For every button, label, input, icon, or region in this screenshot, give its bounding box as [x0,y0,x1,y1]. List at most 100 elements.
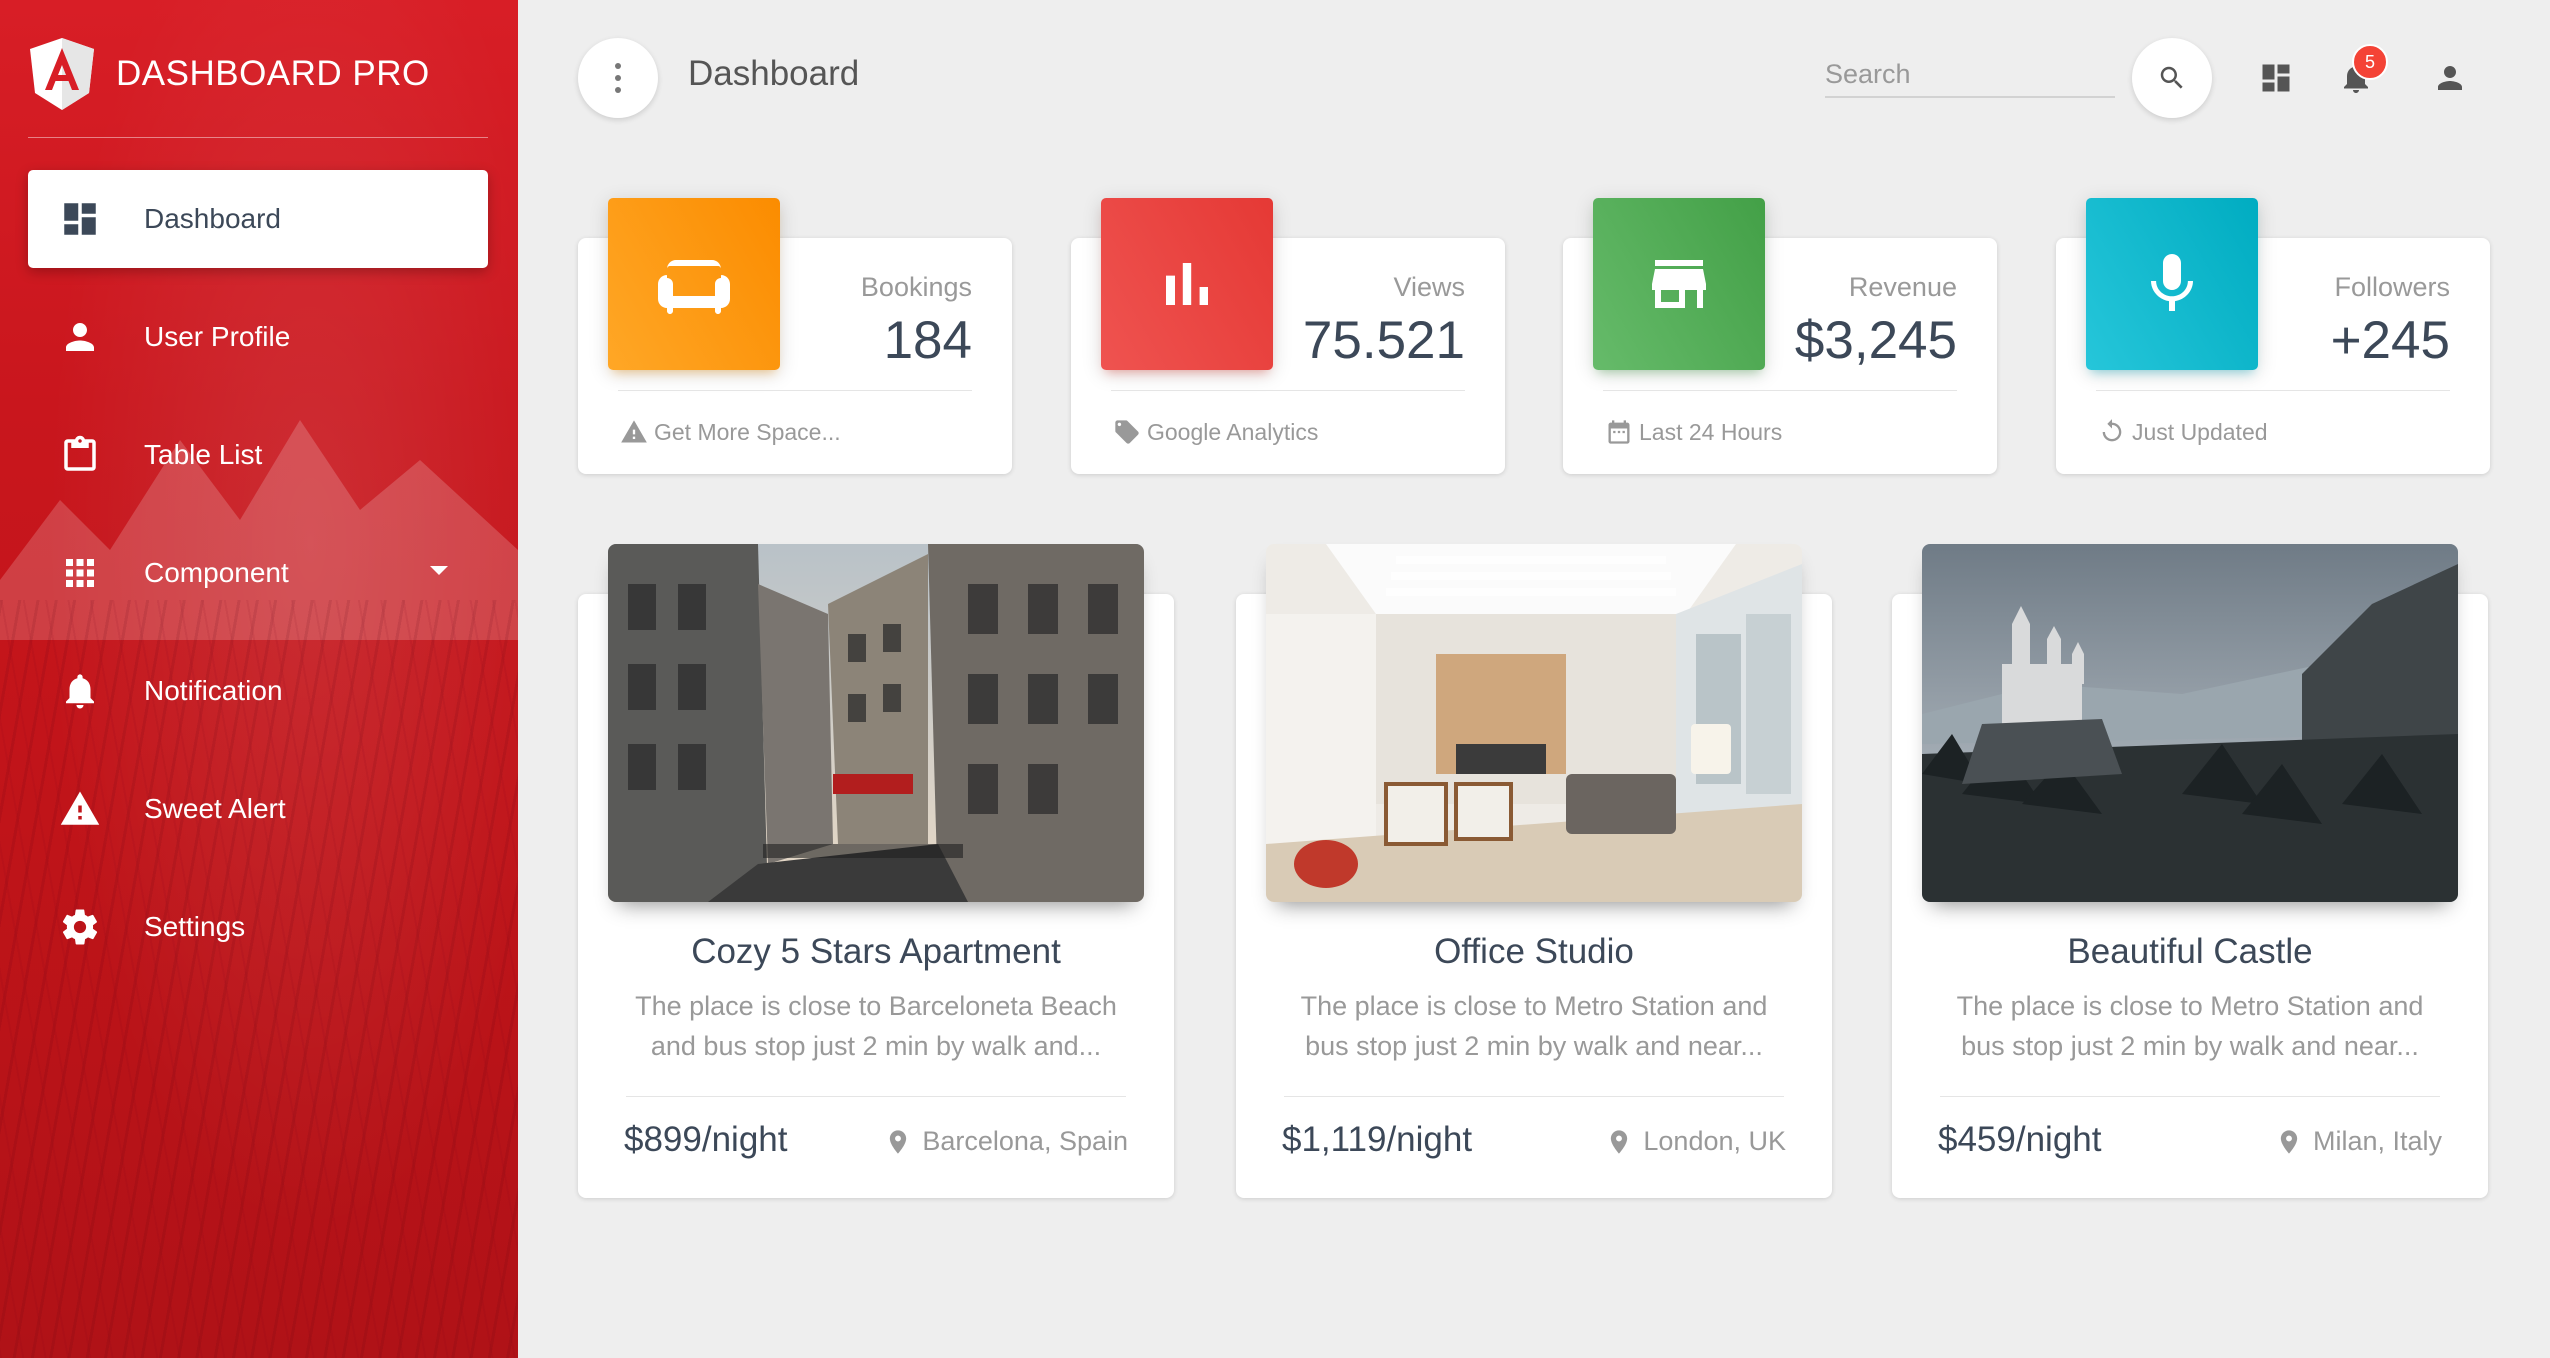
description-line: The place is close to Barceloneta Beach [635,991,1117,1021]
product-location: London, UK [1605,1126,1786,1157]
brand[interactable]: DASHBOARD PRO [30,34,430,114]
product-title[interactable]: Beautiful Castle [1892,932,2488,972]
description-line: bus stop just 2 min by walk and near... [1961,1031,2419,1061]
notification-badge: 5 [2352,44,2388,80]
stat-value: 75.521 [1302,311,1465,370]
brand-divider [28,137,488,138]
divider [618,390,972,391]
menu-more-button[interactable] [578,38,658,118]
dashboard-icon [58,197,102,241]
calendar-icon [1608,420,1630,444]
product-title[interactable]: Cozy 5 Stars Apartment [578,932,1174,972]
description-line: and bus stop just 2 min by walk and... [650,1031,1102,1061]
stat-value: +245 [2330,311,2450,370]
stat-footer-link[interactable]: Get More Space... [654,419,841,446]
sidebar-nav: Dashboard User Profile Table List Compon… [28,170,488,996]
stat-footer-text: Google Analytics [1147,418,1319,445]
stat-icon-box [2086,198,2258,370]
stat-icon-box [1101,198,1273,370]
sofa-icon [658,260,730,314]
location-pin-icon [1611,1129,1628,1154]
search-icon [2160,66,2183,89]
stat-footer-text: Last 24 Hours [1639,418,1783,445]
product-title[interactable]: Office Studio [1236,932,1832,972]
bar-chart-icon [1166,263,1208,305]
location-text: Milan, Italy [2312,1126,2442,1156]
search-input[interactable] [1825,52,2115,98]
stat-footer: Get More Space... [620,418,841,446]
location-text: Barcelona, Spain [922,1126,1128,1156]
product-card[interactable]: Office Studio The place is close to Metr… [1236,544,1832,1198]
warning-icon [621,420,647,443]
store-icon [1652,260,1706,308]
stat-footer-text: Just Updated [2132,418,2268,445]
sidebar-item-label: Dashboard [144,203,281,234]
apps-grid-icon [58,551,102,595]
city-street-image [608,544,1144,902]
divider [1603,390,1957,391]
stat-card-revenue: Revenue $3,245 Last 24 Hours [1563,198,1997,474]
divider [1111,390,1465,391]
bell-icon [58,669,102,713]
search-button[interactable] [2132,38,2212,118]
product-card[interactable]: Cozy 5 Stars Apartment The place is clos… [578,544,1174,1198]
sidebar-item-table-list[interactable]: Table List [28,406,488,504]
stat-label: Revenue [1848,272,1957,302]
stat-value: 184 [883,311,972,370]
tag-icon [1115,420,1139,444]
product-location: Milan, Italy [2275,1126,2442,1157]
sidebar-item-user-profile[interactable]: User Profile [28,288,488,386]
warning-icon [58,787,102,831]
product-image[interactable] [608,544,1144,902]
brand-title: DASHBOARD PRO [116,54,430,93]
sidebar-item-label: Notification [144,675,283,706]
clipboard-icon [58,433,102,477]
sidebar-item-label: User Profile [144,321,291,352]
location-text: London, UK [1643,1126,1786,1156]
product-card[interactable]: Beautiful Castle The place is close to M… [1892,544,2488,1198]
divider [626,1096,1126,1097]
sidebar-item-label: Component [144,557,289,588]
location-pin-icon [2280,1129,2298,1154]
stat-icon-box [1593,198,1765,370]
product-location: Barcelona, Spain [884,1126,1128,1157]
stat-footer: Google Analytics [1113,418,1318,446]
office-interior-image [1266,544,1802,902]
angular-logo-icon [30,38,94,110]
user-account-button[interactable] [2428,56,2472,100]
stat-label: Bookings [860,272,972,302]
product-price: $1,119/night [1282,1120,1473,1159]
sidebar-item-dashboard[interactable]: Dashboard [28,170,488,268]
person-icon [2438,66,2462,90]
refresh-icon [2102,419,2122,442]
caret-down-icon[interactable] [430,566,448,575]
stat-footer: Last 24 Hours [1605,418,1782,446]
stat-label: Views [1393,272,1465,302]
mic-icon [2151,254,2193,311]
stat-icon-box [608,198,780,370]
sidebar-item-label: Sweet Alert [144,793,286,824]
castle-landscape-image [1922,544,2458,902]
sidebar-item-notification[interactable]: Notification [28,642,488,740]
gear-icon [58,905,102,949]
stat-card-views: Views 75.521 Google Analytics [1071,198,1505,474]
person-icon [58,315,102,359]
divider [1284,1096,1784,1097]
dashboard-view-button[interactable] [2254,56,2298,100]
product-image[interactable] [1266,544,1802,902]
sidebar-item-sweet-alert[interactable]: Sweet Alert [28,760,488,858]
sidebar-item-label: Settings [144,911,246,942]
stat-card-bookings: Bookings 184 Get More Space... [578,198,1012,474]
page-title: Dashboard [688,54,860,93]
product-image[interactable] [1922,544,2458,902]
sidebar-item-label: Table List [144,439,263,470]
sidebar-item-settings[interactable]: Settings [28,878,488,976]
sidebar: DASHBOARD PRO Dashboard User Profile Tab… [0,0,518,1358]
product-description: The place is close to Metro Station and … [1276,986,1792,1066]
sidebar-item-component[interactable]: Component [28,524,488,622]
stat-value: $3,245 [1794,311,1957,370]
description-line: The place is close to Metro Station and [1300,991,1768,1021]
divider [2096,390,2450,391]
description-line: The place is close to Metro Station and [1956,991,2424,1021]
location-pin-icon [890,1129,907,1154]
